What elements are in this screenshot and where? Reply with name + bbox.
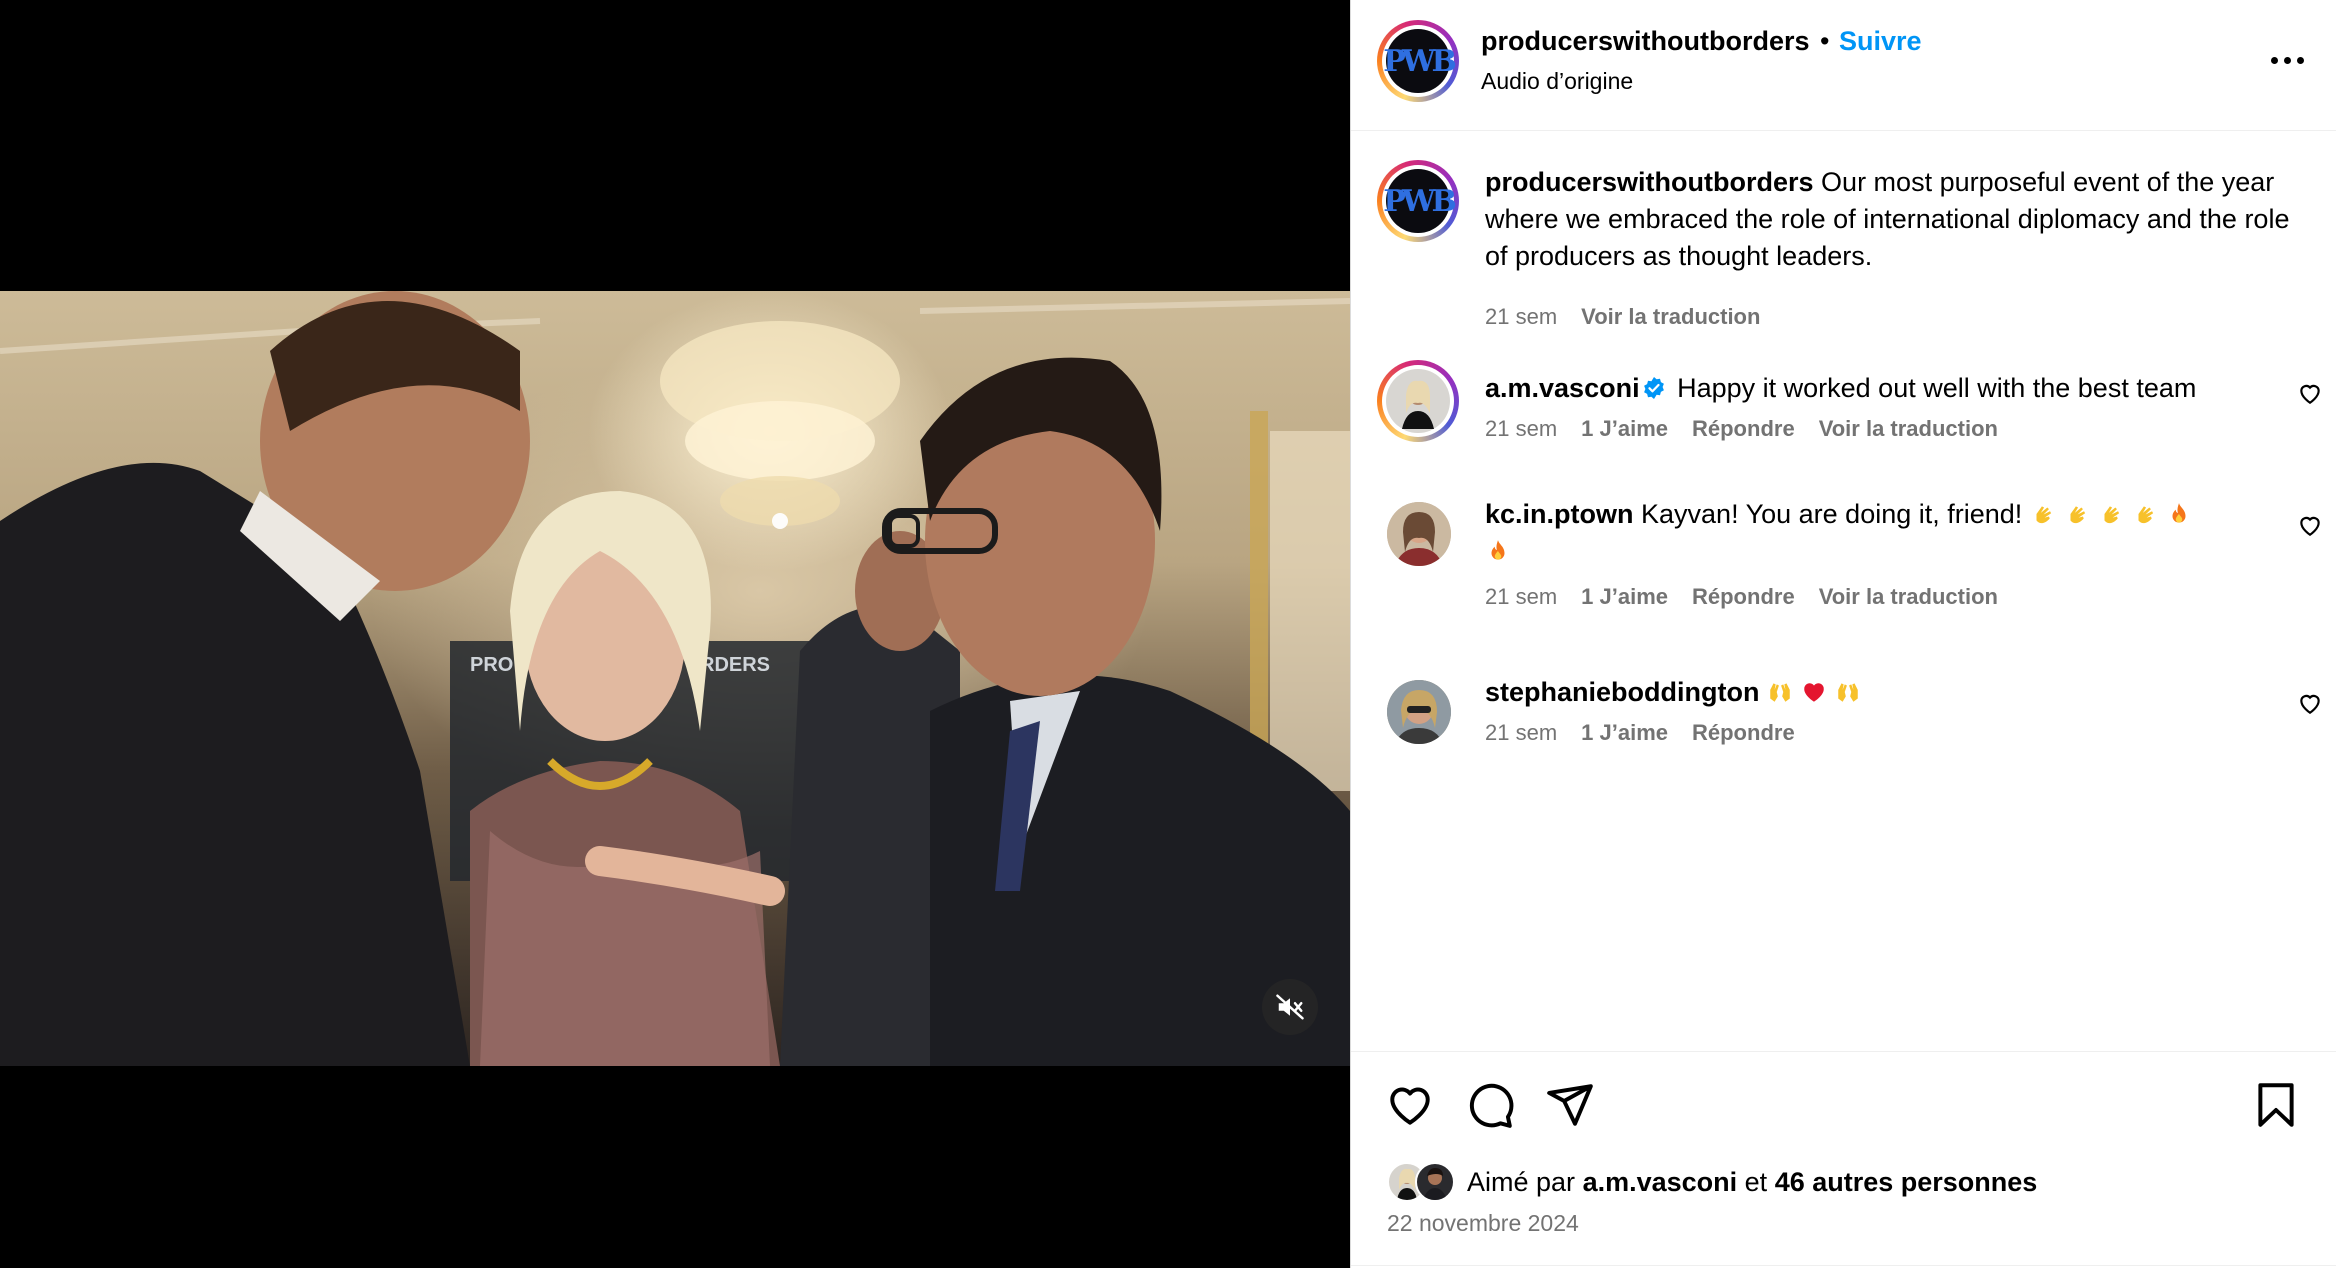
post-video[interactable]: PRO RDERS xyxy=(0,291,1350,1066)
comment-reply-link[interactable]: Répondre xyxy=(1692,720,1795,746)
comment-like-heart-icon[interactable] xyxy=(2297,512,2323,538)
likes-text: Aimé par a.m.vasconi et 46 autres person… xyxy=(1467,1167,2037,1198)
speaker-muted-icon xyxy=(1276,994,1304,1020)
clapping-hands-emoji-icon xyxy=(2138,506,2154,524)
raising-hands-emoji-icon xyxy=(1770,683,1791,702)
heart-icon[interactable] xyxy=(1385,1080,1435,1130)
likes-joiner: et xyxy=(1744,1166,1768,1197)
svg-text:PRO: PRO xyxy=(470,654,513,676)
fire-emoji-icon xyxy=(1491,540,1505,560)
clapping-hands-emoji-icon xyxy=(2036,506,2052,524)
comment-body: Kayvan! You are doing it, friend! xyxy=(1641,499,2023,529)
raising-hands-emoji-icon xyxy=(1838,683,1859,702)
comment-meta: 21 sem 1 J’aime Répondre Voir la traduct… xyxy=(1485,584,1998,610)
comment-time: 21 sem xyxy=(1485,720,1558,745)
video-frame-illustration: PRO RDERS xyxy=(0,291,1350,1066)
likes-prefix: Aimé par xyxy=(1467,1166,1576,1197)
mute-toggle-button[interactable] xyxy=(1262,979,1318,1035)
panel-bottom-divider xyxy=(1351,1265,2336,1266)
post-header: PWB producerswithoutborders • Suivre Aud… xyxy=(1351,0,2336,131)
post-date[interactable]: 22 novembre 2024 xyxy=(1387,1210,1579,1237)
comment-like-heart-icon[interactable] xyxy=(2297,380,2323,406)
likes-others-link[interactable]: 46 autres personnes xyxy=(1775,1167,2038,1197)
comment-avatar[interactable] xyxy=(1387,680,1451,744)
caption-translate-link[interactable]: Voir la traduction xyxy=(1581,304,1760,330)
post-actions: Aimé par a.m.vasconi et 46 autres person… xyxy=(1351,1051,2336,1268)
post-details-panel: PWB producerswithoutborders • Suivre Aud… xyxy=(1350,0,2336,1268)
comment-avatar[interactable] xyxy=(1387,502,1451,566)
header-separator: • xyxy=(1820,26,1830,56)
author-avatar-logo: PWB xyxy=(1383,29,1457,93)
comment-username[interactable]: stephanieboddington xyxy=(1485,677,1759,707)
likes-summary: Aimé par a.m.vasconi et 46 autres person… xyxy=(1387,1160,2037,1204)
author-username[interactable]: producerswithoutborders xyxy=(1481,26,1810,57)
follow-button[interactable]: Suivre xyxy=(1839,26,1922,57)
clapping-hands-emoji-icon xyxy=(2070,506,2086,524)
fire-emoji-icon xyxy=(2172,503,2186,523)
comment-avatar[interactable] xyxy=(1377,360,1459,442)
chandelier xyxy=(660,321,900,529)
comment-text: stephanieboddington xyxy=(1485,674,2255,711)
comment-like-heart-icon[interactable] xyxy=(2297,690,2323,716)
comments-list[interactable]: PWB producerswithoutborders Our most pur… xyxy=(1351,132,2336,1052)
comment-translate-link[interactable]: Voir la traduction xyxy=(1819,584,1998,610)
comment-body: Happy it worked out well with the best t… xyxy=(1677,373,2197,403)
comment-time: 21 sem xyxy=(1485,416,1558,441)
author-avatar[interactable]: PWB xyxy=(1377,20,1459,102)
comment-username[interactable]: kc.in.ptown xyxy=(1485,499,1634,529)
red-heart-emoji-icon xyxy=(1804,683,1825,702)
caption-text: producerswithoutborders Our most purpose… xyxy=(1485,164,2305,275)
svg-text:RDERS: RDERS xyxy=(700,654,770,676)
likes-first-user[interactable]: a.m.vasconi xyxy=(1583,1167,1738,1197)
comment-username[interactable]: a.m.vasconi xyxy=(1485,373,1640,403)
caption-avatar-logo: PWB xyxy=(1383,169,1457,233)
caption-author-avatar[interactable]: PWB xyxy=(1377,160,1459,242)
comment-reply-link[interactable]: Répondre xyxy=(1692,584,1795,610)
clapping-hands-emoji-icon xyxy=(2104,506,2120,524)
comment-avatar-photo xyxy=(1386,369,1450,433)
comment-likes-link[interactable]: 1 J’aime xyxy=(1581,584,1668,610)
verified-badge-icon xyxy=(1643,377,1664,399)
caption-username[interactable]: producerswithoutborders xyxy=(1485,167,1814,197)
caption-meta: 21 sem Voir la traduction xyxy=(1485,304,1760,330)
comment-text: a.m.vasconi Happy it worked out well wit… xyxy=(1485,370,2255,407)
comment-icon[interactable] xyxy=(1465,1080,1515,1130)
media-pane: PRO RDERS xyxy=(0,0,1350,1268)
bookmark-icon[interactable] xyxy=(2251,1080,2301,1130)
liker-avatar[interactable] xyxy=(1415,1162,1455,1202)
caption-time: 21 sem xyxy=(1485,304,1558,329)
comment-likes-link[interactable]: 1 J’aime xyxy=(1581,416,1668,442)
comment-translate-link[interactable]: Voir la traduction xyxy=(1819,416,1998,442)
comment-meta: 21 sem 1 J’aime Répondre xyxy=(1485,720,1795,746)
comment-reply-link[interactable]: Répondre xyxy=(1692,416,1795,442)
more-options-button[interactable] xyxy=(2262,42,2312,78)
comment-text: kc.in.ptown Kayvan! You are doing it, fr… xyxy=(1485,496,2245,570)
comment-meta: 21 sem 1 J’aime Répondre Voir la traduct… xyxy=(1485,416,1998,442)
comment-time: 21 sem xyxy=(1485,584,1558,609)
more-options-icon xyxy=(2270,56,2278,64)
audio-link[interactable]: Audio d’origine xyxy=(1481,68,1633,95)
paper-plane-icon[interactable] xyxy=(1545,1080,1595,1130)
comment-likes-link[interactable]: 1 J’aime xyxy=(1581,720,1668,746)
